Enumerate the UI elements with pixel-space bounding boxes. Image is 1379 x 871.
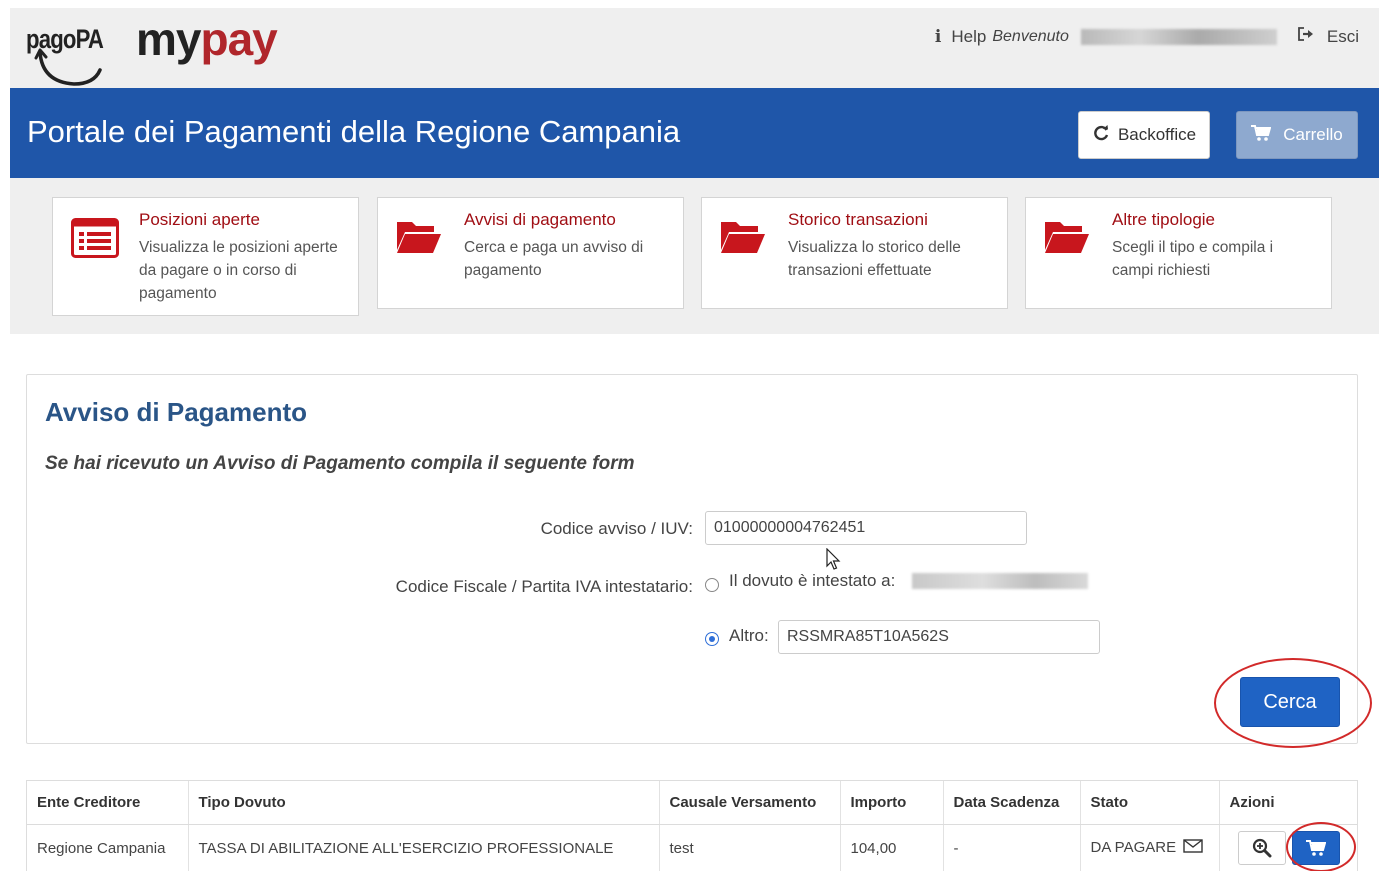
cell-status: DA PAGARE: [1080, 824, 1220, 871]
pagopa-swoosh-icon: [34, 48, 102, 86]
mypay-logo: mypay: [136, 12, 278, 66]
radio-other-label: Altro:: [729, 626, 769, 645]
radio-self-label: Il dovuto è intestato a:: [729, 571, 896, 590]
panel-title: Avviso di Pagamento: [45, 397, 307, 427]
cf-label: Codice Fiscale / Partita IVA intestatari…: [395, 577, 693, 596]
refresh-icon: [1092, 124, 1110, 147]
payment-notice-panel: Avviso di Pagamento Se hai ricevuto un A…: [26, 374, 1358, 744]
portal-header: Portale dei Pagamenti della Regione Camp…: [10, 88, 1379, 178]
info-icon: i: [934, 26, 942, 47]
cell-due-date: -: [943, 824, 1081, 871]
cell-amount: 104,00: [840, 824, 944, 871]
mypay-logo-pay: pay: [200, 13, 277, 65]
navigation-tiles: Posizioni aperte Visualizza le posizioni…: [10, 178, 1379, 334]
cart-button[interactable]: Carrello: [1236, 111, 1358, 159]
status-text: DA PAGARE: [1090, 839, 1177, 857]
column-header: Ente Creditore: [27, 781, 189, 825]
cell-debt-type: TASSA DI ABILITAZIONE ALL'ESERCIZIO PROF…: [188, 824, 660, 871]
page-title: Portale dei Pagamenti della Regione Camp…: [27, 114, 681, 149]
add-to-cart-button[interactable]: [1291, 831, 1340, 866]
tile-title: Altre tipologie: [1112, 210, 1216, 229]
column-header: Stato: [1080, 781, 1220, 825]
backoffice-label: Backoffice: [1117, 125, 1197, 144]
cart-icon: [1251, 124, 1272, 146]
backoffice-button[interactable]: Backoffice: [1078, 111, 1210, 159]
table-row: Regione Campania TASSA DI ABILITAZIONE A…: [27, 824, 1357, 871]
tile-open-positions[interactable]: Posizioni aperte Visualizza le posizioni…: [52, 197, 359, 316]
tile-description: Cerca e paga un avviso di pagamento: [464, 239, 644, 279]
column-header: Causale Versamento: [659, 781, 841, 825]
tile-title: Avvisi di pagamento: [464, 210, 616, 229]
welcome-label: Benvenuto: [992, 27, 1069, 45]
tile-title: Posizioni aperte: [139, 210, 260, 229]
sign-out-icon[interactable]: [1297, 26, 1315, 47]
cell-reason: test: [659, 824, 841, 871]
debts-table: Ente Creditore Tipo Dovuto Causale Versa…: [26, 780, 1358, 871]
tile-description: Visualizza le posizioni aperte da pagare…: [139, 239, 338, 302]
tile-title: Storico transazioni: [788, 210, 928, 229]
folder-open-icon: [396, 218, 442, 259]
list-icon: [71, 218, 119, 263]
top-links: i Help Benvenuto Esci: [935, 26, 1359, 47]
cell-actions: [1219, 824, 1357, 871]
other-cf-input[interactable]: RSSMRA85T10A562S: [778, 620, 1100, 654]
iuv-input[interactable]: 01000000004762451: [705, 511, 1027, 545]
search-button[interactable]: Cerca: [1240, 677, 1340, 727]
redacted-holder-name: [912, 573, 1088, 589]
folder-open-icon: [720, 218, 766, 259]
redacted-username: [1080, 28, 1277, 45]
tile-payment-notices[interactable]: Avvisi di pagamento Cerca e paga un avvi…: [377, 197, 684, 309]
tile-other-types[interactable]: Altre tipologie Scegli il tipo e compila…: [1025, 197, 1332, 309]
top-bar: pagoPA mypay i Help Benvenuto Esci: [10, 8, 1379, 88]
table-header-row: Ente Creditore Tipo Dovuto Causale Versa…: [27, 781, 1357, 825]
cart-icon: [1305, 840, 1326, 857]
tile-description: Visualizza lo storico delle transazioni …: [788, 239, 961, 279]
column-header: Azioni: [1219, 781, 1357, 825]
logout-link[interactable]: Esci: [1327, 27, 1359, 47]
tile-transaction-history[interactable]: Storico transazioni Visualizza lo storic…: [701, 197, 1008, 309]
mypay-logo-my: my: [136, 13, 201, 65]
cart-label: Carrello: [1283, 125, 1343, 144]
column-header: Importo: [840, 781, 944, 825]
panel-subtitle: Se hai ricevuto un Avviso di Pagamento c…: [45, 453, 635, 474]
iuv-label: Codice avviso / IUV:: [540, 519, 693, 538]
pagopa-logo: pagoPA: [26, 18, 126, 86]
mouse-cursor-icon: [826, 547, 842, 577]
help-link[interactable]: Help: [951, 27, 986, 47]
radio-self-holder[interactable]: [705, 578, 719, 592]
column-header: Tipo Dovuto: [188, 781, 660, 825]
view-details-button[interactable]: [1237, 831, 1286, 866]
folder-open-icon: [1044, 218, 1090, 259]
cell-creditor: Regione Campania: [27, 824, 189, 871]
tile-description: Scegli il tipo e compila i campi richies…: [1112, 239, 1274, 279]
envelope-icon[interactable]: [1183, 839, 1203, 857]
radio-other-holder[interactable]: [705, 632, 719, 646]
zoom-in-icon: [1252, 839, 1271, 858]
column-header: Data Scadenza: [943, 781, 1081, 825]
